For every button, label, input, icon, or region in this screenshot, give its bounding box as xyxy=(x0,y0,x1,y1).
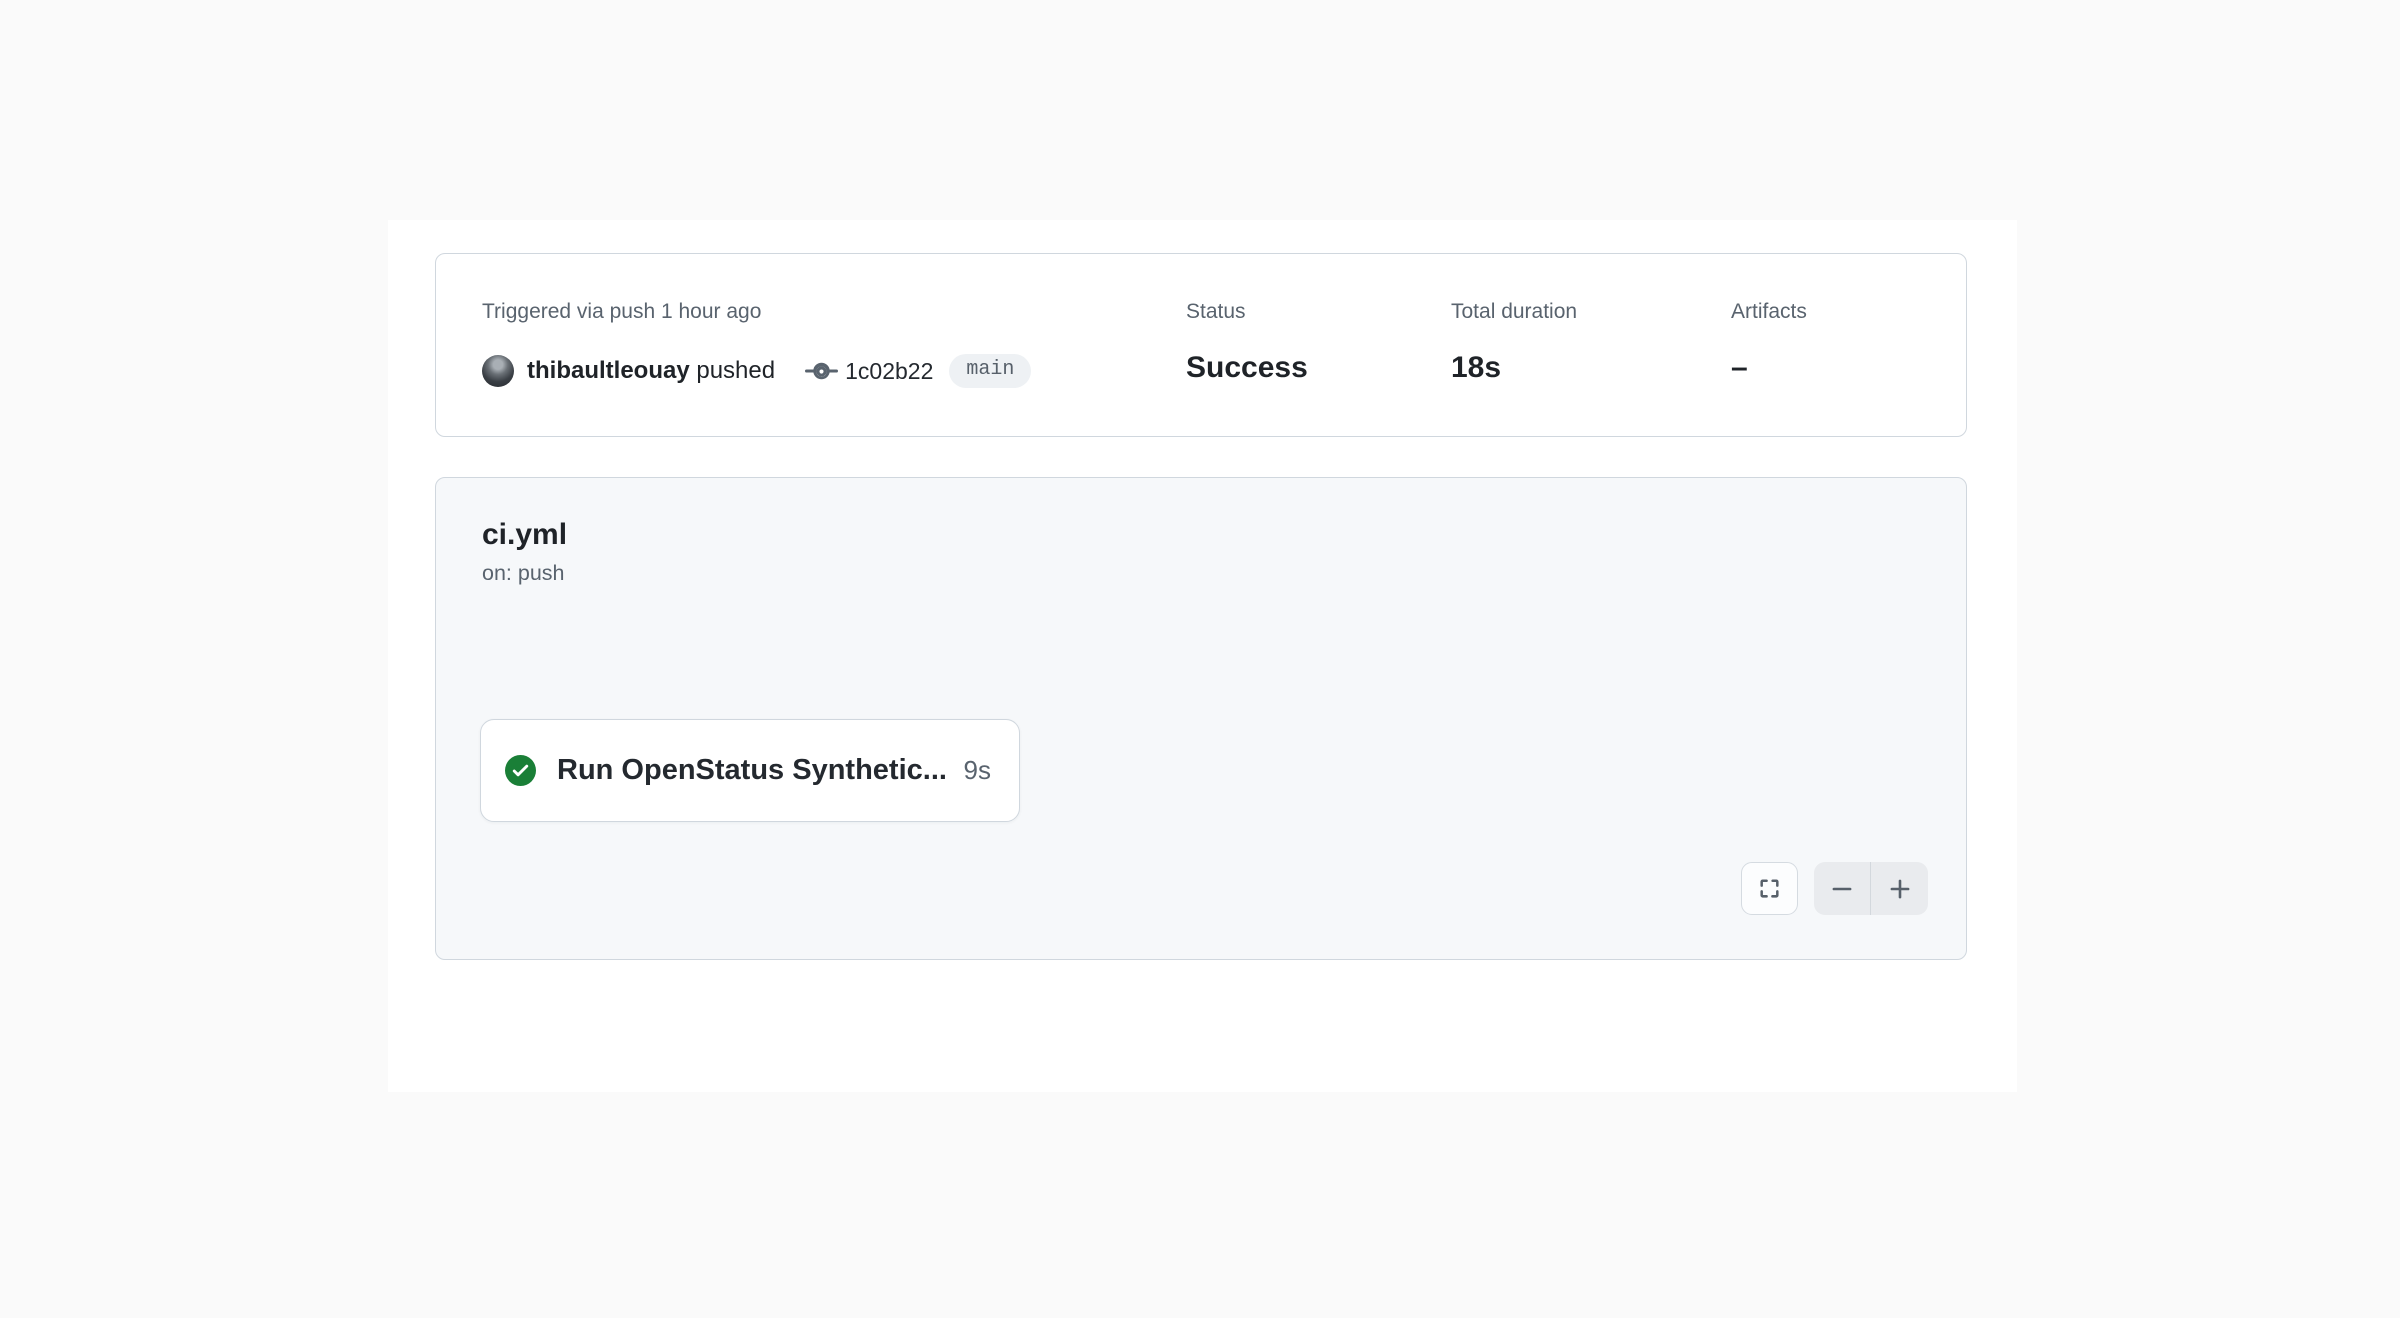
workflow-trigger: on: push xyxy=(482,559,567,587)
stat-artifacts-label: Artifacts xyxy=(1731,298,1966,326)
zoom-in-button[interactable] xyxy=(1871,862,1928,915)
actor-action: pushed xyxy=(696,357,775,384)
actor-line: thibaultleouay pushed xyxy=(527,357,775,385)
plus-icon xyxy=(1887,876,1913,902)
check-circle-icon xyxy=(505,755,536,786)
workflow-title-block: ci.yml on: push xyxy=(482,516,567,587)
workflow-graph-canvas[interactable]: ci.yml on: push Run OpenStatus Synthetic… xyxy=(435,477,1967,960)
run-summary-card: Triggered via push 1 hour ago thibaultle… xyxy=(435,253,1967,437)
stat-artifacts: Artifacts – xyxy=(1731,298,1966,436)
stat-total-duration-label: Total duration xyxy=(1451,298,1731,326)
stat-status-label: Status xyxy=(1186,298,1451,326)
commit-sha-link[interactable]: 1c02b22 xyxy=(845,358,933,385)
content-panel: Triggered via push 1 hour ago thibaultle… xyxy=(388,220,2017,1092)
stat-total-duration: Total duration 18s xyxy=(1451,298,1731,436)
fullscreen-button[interactable] xyxy=(1741,862,1798,915)
branch-badge[interactable]: main xyxy=(949,354,1031,388)
job-node[interactable]: Run OpenStatus Synthetic... 9s xyxy=(480,719,1020,822)
zoom-out-button[interactable] xyxy=(1814,862,1871,915)
stat-status: Status Success xyxy=(1186,298,1451,436)
actions-run-page: Triggered via push 1 hour ago thibaultle… xyxy=(0,0,2400,1318)
avatar[interactable] xyxy=(482,355,514,387)
fullscreen-icon xyxy=(1757,876,1782,901)
zoom-control-group xyxy=(1814,862,1928,915)
git-commit-icon xyxy=(805,355,838,388)
stat-status-value: Success xyxy=(1186,350,1451,386)
minus-icon xyxy=(1829,876,1855,902)
actor-name: thibaultleouay xyxy=(527,357,690,384)
stat-total-duration-value: 18s xyxy=(1451,350,1731,386)
stat-artifacts-value: – xyxy=(1731,350,1966,386)
workflow-file-name: ci.yml xyxy=(482,516,567,554)
job-name: Run OpenStatus Synthetic... xyxy=(557,754,947,787)
graph-controls xyxy=(1741,862,1928,915)
trigger-label: Triggered via push 1 hour ago xyxy=(482,298,1186,326)
job-duration: 9s xyxy=(964,755,991,786)
trigger-section: Triggered via push 1 hour ago thibaultle… xyxy=(482,298,1186,436)
